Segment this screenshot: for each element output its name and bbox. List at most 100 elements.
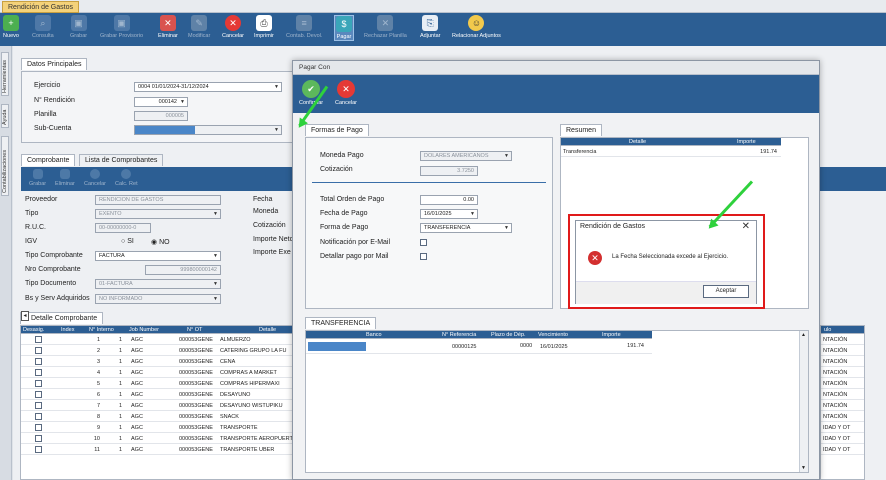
forma-pago-select[interactable]: TRANSFERENCIA (420, 223, 512, 233)
detallar-checkbox[interactable] (420, 253, 427, 260)
query-button[interactable]: ⌕ Consulta (32, 15, 54, 39)
side-tab-accounting[interactable]: Contabilizaciones (1, 136, 9, 196)
desasig-checkbox[interactable] (35, 402, 42, 409)
table-row[interactable]: 6 1 AGC 000053GENE DESAYUNO (21, 390, 299, 400)
delete-button[interactable]: ✕ Eliminar (158, 15, 178, 39)
desasig-checkbox[interactable] (35, 435, 42, 442)
tab-resumen[interactable]: Resumen (560, 124, 602, 136)
close-icon[interactable]: ✕ (742, 221, 750, 232)
tab-detalle-comprobante[interactable]: Detalle Comprobante (20, 312, 104, 324)
desasig-checkbox[interactable] (35, 347, 42, 354)
desasig-checkbox[interactable] (35, 380, 42, 387)
link-attachments-button[interactable]: ☺ Relacionar Adjuntos (452, 15, 501, 39)
resumen-row[interactable]: Transferencia 191.74 (561, 147, 781, 157)
table-row[interactable]: NTACIÓN (821, 335, 864, 345)
bs-label: Bs y Serv Adquiridos (25, 295, 90, 302)
edit-button[interactable]: ✎ Modificar (188, 15, 210, 39)
cancel-button[interactable]: ✕ Cancelar (222, 15, 244, 39)
table-row[interactable]: 1 1 AGC 000053GENE ALMUERZO (21, 335, 299, 345)
ruc-field[interactable]: 00-00000000-0 (95, 223, 151, 233)
fecha-pago-picker[interactable]: 16/01/2025 (420, 209, 478, 219)
nrocomp-field[interactable]: 999800000142 (145, 265, 221, 275)
desasig-checkbox[interactable] (35, 413, 42, 420)
table-row[interactable]: NTACIÓN (821, 379, 864, 389)
tab-datos-principales[interactable]: Datos Principales (21, 58, 88, 70)
cancel-icon: ✕ (337, 80, 355, 98)
accounting-return-button[interactable]: ≡ Contab. Devol. (286, 15, 322, 39)
attach-button[interactable]: ⎘ Adjuntar (420, 15, 441, 39)
bs-select[interactable]: NO INFORMADO (95, 294, 221, 304)
igv-si-radio[interactable]: ○ SI (121, 238, 134, 245)
tipodoc-select[interactable]: 01-FACTURA (95, 279, 221, 289)
new-button[interactable]: + Nuevo (3, 15, 19, 39)
table-row[interactable]: 4 1 AGC 000053GENE COMPRAS A MARKET (21, 368, 299, 378)
print-button[interactable]: ⎙ Imprimir (254, 15, 274, 39)
tab-comprobante[interactable]: Comprobante (21, 154, 76, 166)
table-row[interactable]: NTACIÓN (821, 412, 864, 422)
table-cell: AGC (131, 414, 143, 420)
table-cell: 2 (96, 348, 100, 354)
table-row[interactable]: NTACIÓN (821, 357, 864, 367)
total-orden-field[interactable]: 0.00 (420, 195, 478, 205)
tab-formas-de-pago[interactable]: Formas de Pago (305, 124, 369, 136)
side-tab-help[interactable]: Ayuda (1, 104, 9, 128)
table-row[interactable]: 9 1 AGC 000053GENE TRANSPORTE (21, 423, 299, 433)
table-cell: 3 (96, 359, 100, 365)
tipocomp-select[interactable]: FACTURA (95, 251, 221, 261)
edit-icon: ✎ (191, 15, 208, 31)
table-row[interactable]: 11 1 AGC 000053GENE TRANSPORTE UBER (21, 445, 299, 455)
comp-save-button[interactable]: Grabar (29, 169, 46, 187)
table-row[interactable]: 2 1 AGC 000053GENE CATERING GRUPO LA FU (21, 346, 299, 356)
transfer-scrollbar[interactable]: ▲ ▼ (799, 331, 808, 472)
tab-lista-comprobantes[interactable]: Lista de Comprobantes (79, 154, 164, 166)
table-row[interactable]: IDAD Y OT (821, 434, 864, 444)
table-row[interactable]: 7 1 AGC 000053GENE DESAYUNO WISTUPIKU (21, 401, 299, 411)
table-row[interactable]: 5 1 AGC 000053GENE COMPRAS HIPERMAXI (21, 379, 299, 389)
transfer-row[interactable]: 00000125 0000 16/01/2025 191.74 (306, 340, 652, 354)
save-draft-button[interactable]: ▣ Grabar Provisorio (100, 15, 143, 39)
desasig-checkbox[interactable] (35, 391, 42, 398)
table-row[interactable]: IDAD Y OT (821, 423, 864, 433)
table-row[interactable]: 3 1 AGC 000053GENE CENA (21, 357, 299, 367)
table-row[interactable]: NTACIÓN (821, 368, 864, 378)
comp-cancel-button[interactable]: Cancelar (84, 169, 106, 187)
table-row[interactable]: NTACIÓN (821, 390, 864, 400)
desasig-checkbox[interactable] (35, 358, 42, 365)
desasig-checkbox[interactable] (35, 336, 42, 343)
tab-transferencia[interactable]: TRANSFERENCIA (305, 317, 377, 329)
table-row[interactable]: 10 1 AGC 000053GENE TRANSPORTE AEROPUERT (21, 434, 299, 444)
desasig-checkbox[interactable] (35, 424, 42, 431)
reject-sheet-button[interactable]: ✕ Rechazar Planilla (364, 15, 407, 39)
collapse-left-icon[interactable]: ◂ (21, 311, 29, 321)
tab-rendicion-de-gastos[interactable]: Rendición de Gastos (2, 1, 79, 13)
table-row[interactable]: NTACIÓN (821, 401, 864, 411)
moneda-pago-select[interactable]: DOLARES AMERICANOS (420, 151, 512, 161)
accept-button[interactable]: Aceptar (703, 285, 749, 298)
table-row[interactable]: 8 1 AGC 000053GENE SNACK (21, 412, 299, 422)
scroll-down-icon[interactable]: ▼ (801, 465, 806, 471)
pay-icon: $ (336, 16, 352, 32)
dialog-cancel-button[interactable]: ✕ Cancelar (335, 80, 357, 106)
table-cell: 1 (118, 403, 122, 409)
desasig-checkbox[interactable] (35, 446, 42, 453)
proveedor-field[interactable]: RENDICION DE GASTOS (95, 195, 221, 205)
comp-delete-button[interactable]: Eliminar (55, 169, 75, 187)
table-row[interactable]: NTACIÓN (821, 346, 864, 356)
table-cell: NTACIÓN (823, 381, 848, 387)
side-tab-tools[interactable]: Herramientas (1, 52, 9, 96)
pay-button[interactable]: $ Pagar (334, 15, 354, 41)
fecha-label: Fecha (253, 196, 273, 203)
scroll-up-icon[interactable]: ▲ (801, 332, 806, 338)
table-cell: 1 (118, 359, 122, 365)
subcuenta-select[interactable] (134, 125, 282, 135)
notificacion-checkbox[interactable] (420, 239, 427, 246)
save-button[interactable]: ▣ Grabar (70, 15, 87, 39)
tipo-select[interactable]: EXENTO (95, 209, 221, 219)
table-cell: NTACIÓN (823, 359, 848, 365)
table-row[interactable]: IDAD Y OT (821, 445, 864, 455)
igv-no-radio[interactable]: ◉ NO (151, 238, 170, 246)
comp-calc-ret-button[interactable]: Calc. Ret (115, 169, 138, 187)
ejercicio-select[interactable]: 0004 01/01/2024-31/12/2024 (134, 82, 282, 92)
rendicion-select[interactable]: 000142 (134, 97, 188, 107)
desasig-checkbox[interactable] (35, 369, 42, 376)
